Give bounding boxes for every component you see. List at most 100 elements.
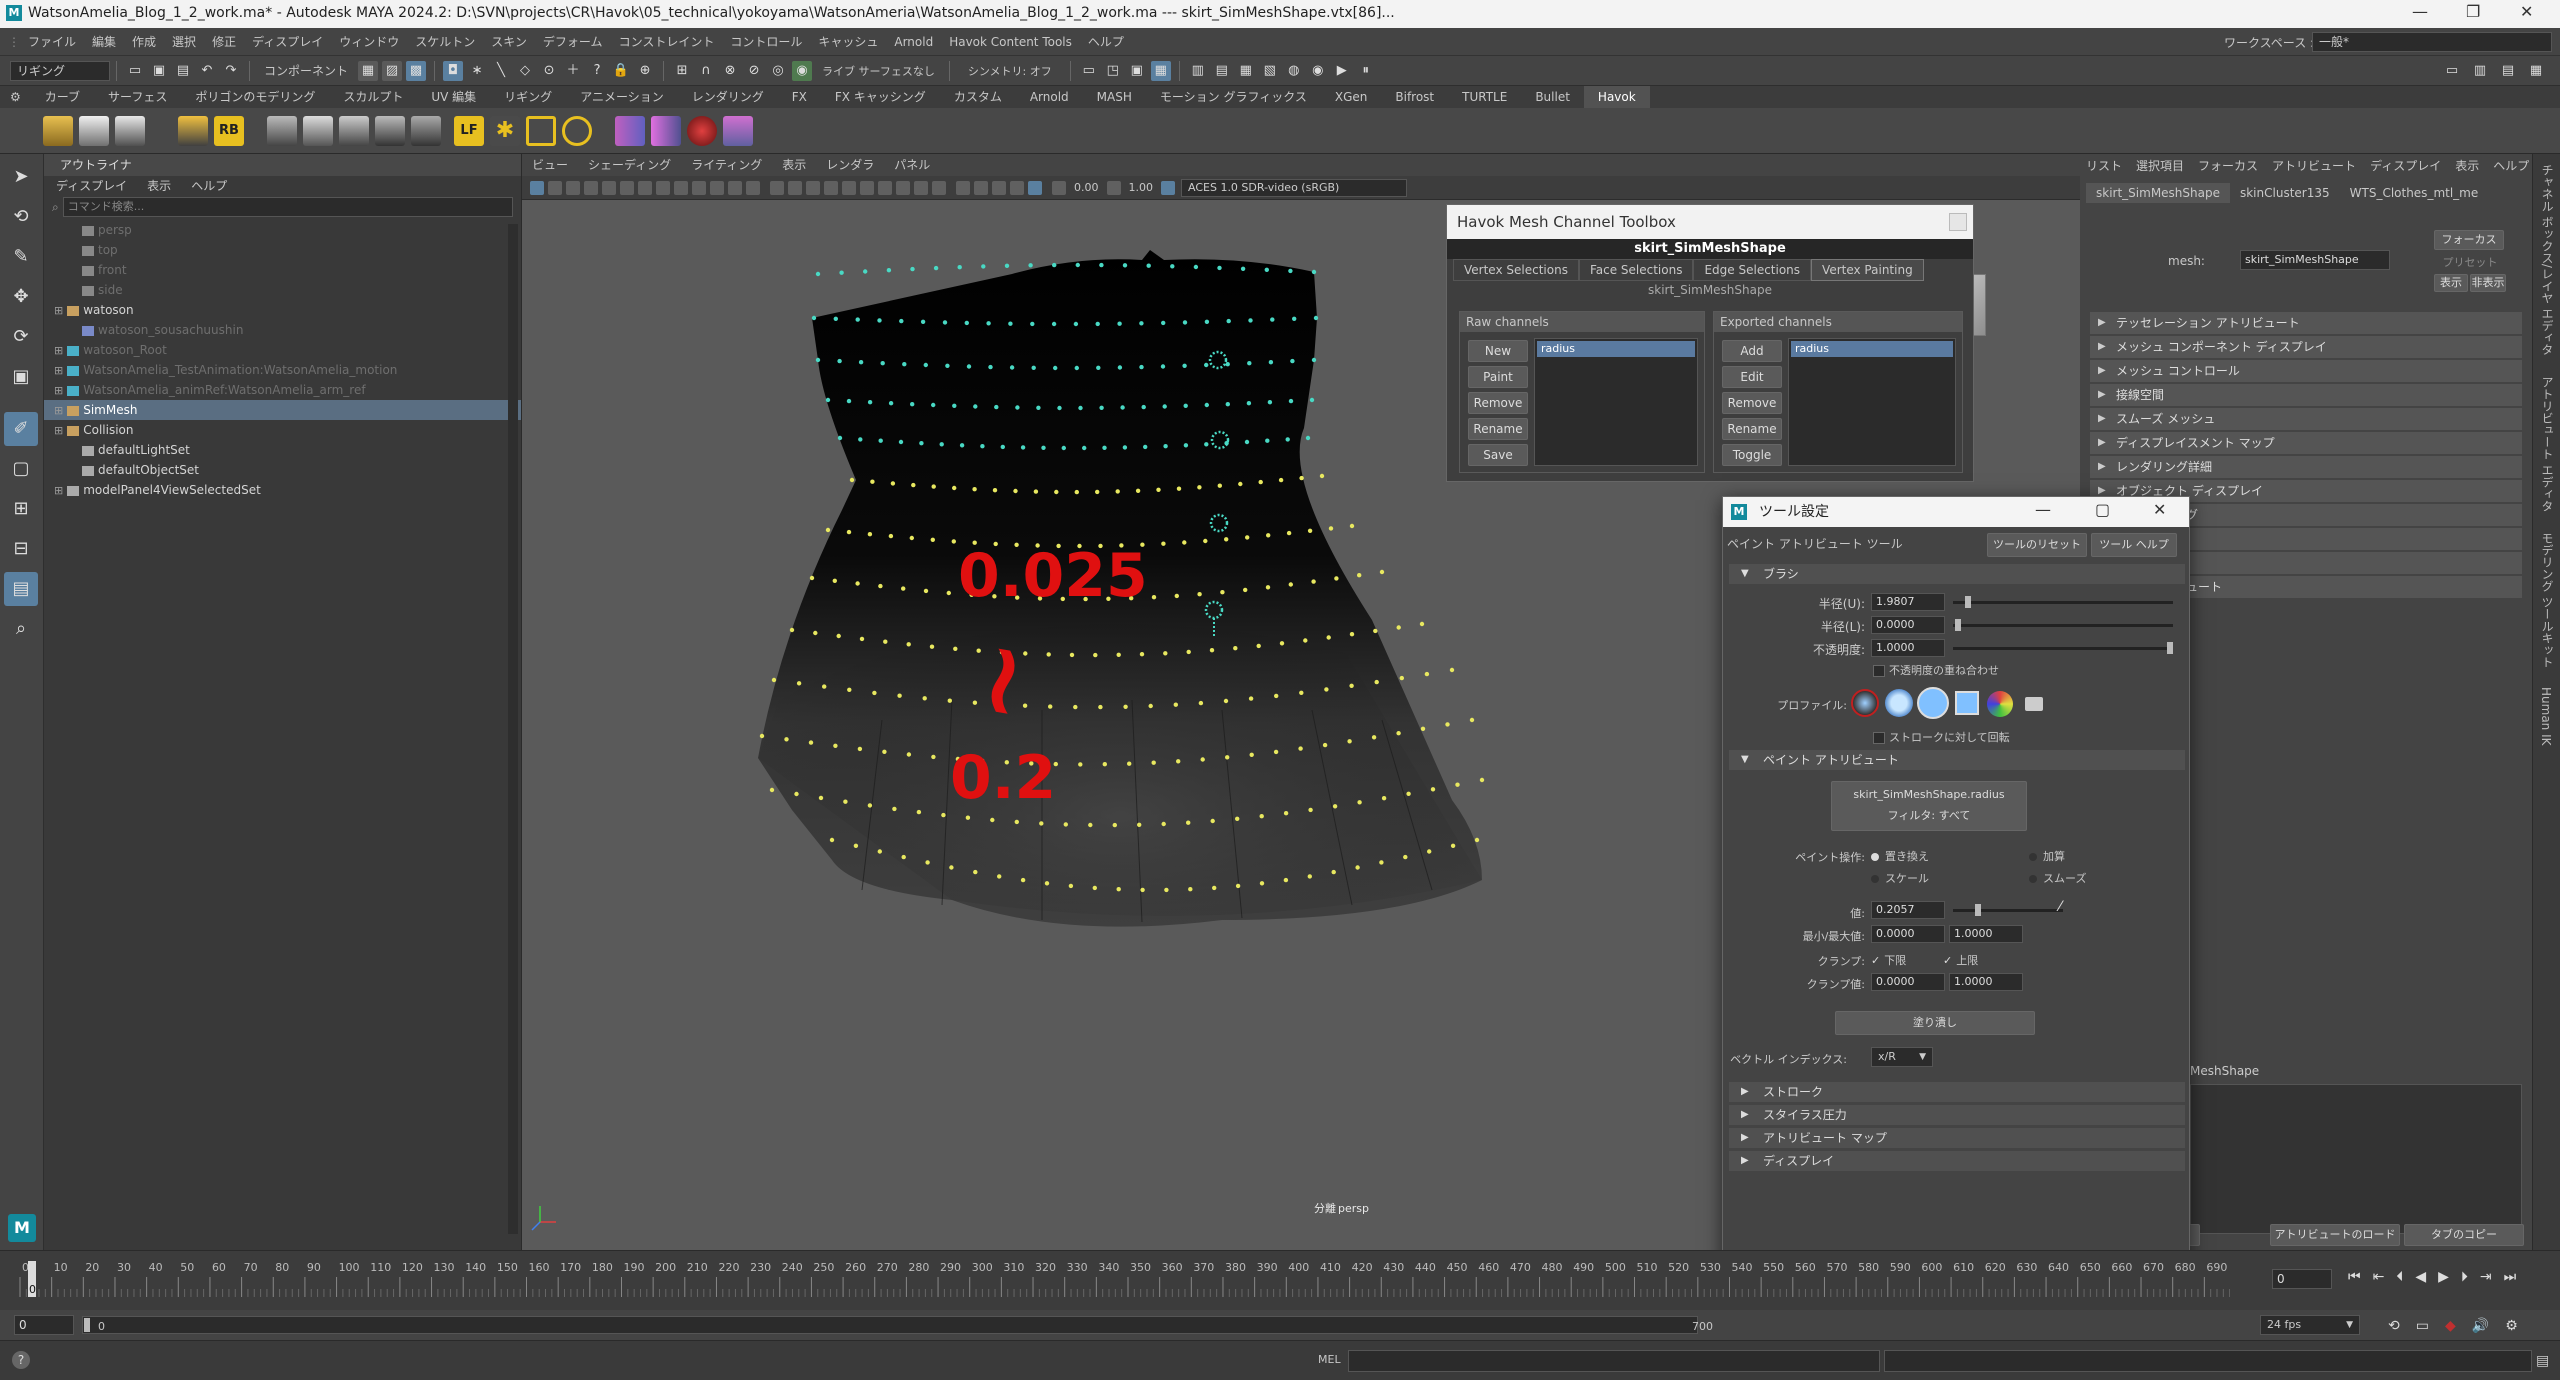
light-editor-icon[interactable]: ◍ xyxy=(1284,61,1304,81)
outliner-item[interactable]: ⊞ watoson_Root xyxy=(44,340,521,360)
vertex-point[interactable] xyxy=(833,316,838,321)
tool-help-button[interactable]: ツール ヘルプ xyxy=(2091,533,2177,557)
display-frame[interactable]: ディスプレイ xyxy=(1729,1151,2185,1171)
shelf-tab-poly-modeling[interactable]: ポリゴンのモデリング xyxy=(181,86,329,108)
outliner-menu-help[interactable]: ヘルプ xyxy=(191,176,227,196)
ae-menu-show[interactable]: 表示 xyxy=(2455,157,2479,174)
vertex-point[interactable] xyxy=(1224,537,1229,542)
safe-title-icon[interactable] xyxy=(746,180,760,195)
vertex-point[interactable] xyxy=(794,791,799,797)
havok-tool-7-icon[interactable] xyxy=(303,115,333,146)
open-scene-icon[interactable]: ▣ xyxy=(149,61,169,81)
vertex-point[interactable] xyxy=(822,684,827,689)
vertex-point[interactable] xyxy=(1095,489,1100,495)
vertex-point[interactable] xyxy=(1204,362,1209,368)
vertex-point[interactable] xyxy=(1044,881,1050,886)
vertex-point[interactable] xyxy=(1141,404,1146,410)
vertex-point[interactable] xyxy=(1053,365,1058,371)
bookmark-icon[interactable] xyxy=(566,180,580,195)
vertex-point[interactable] xyxy=(1445,722,1450,727)
outliner-item[interactable]: ⊞ SimMesh xyxy=(44,400,521,420)
vertex-point[interactable] xyxy=(981,264,986,269)
ae-section-tangent-space[interactable]: 接線空間 xyxy=(2090,384,2522,406)
vp-menu-lighting[interactable]: ライティング xyxy=(691,154,762,176)
vertex-point[interactable] xyxy=(973,869,978,875)
vertex-point[interactable] xyxy=(1243,587,1248,593)
vertex-point[interactable] xyxy=(1057,405,1062,411)
vertex-point[interactable] xyxy=(1396,625,1401,630)
shelf-tab-xgen[interactable]: XGen xyxy=(1321,86,1382,108)
save-scene-icon[interactable]: ▤ xyxy=(173,61,193,81)
vertex-point[interactable] xyxy=(1073,704,1078,710)
vertex-point[interactable] xyxy=(1264,267,1269,272)
shelf-tab-arnold[interactable]: Arnold xyxy=(1016,86,1083,108)
render-settings-icon[interactable]: ▤ xyxy=(1212,61,1232,81)
vertex-point[interactable] xyxy=(1139,364,1144,370)
vertex-point[interactable] xyxy=(1303,638,1308,643)
shelf-tab-custom[interactable]: カスタム xyxy=(940,86,1016,108)
vertex-point[interactable] xyxy=(1143,444,1148,450)
havok-tool-15-icon[interactable] xyxy=(615,115,645,146)
vertex-point[interactable] xyxy=(906,642,911,647)
ae-load-attributes-button[interactable]: アトリビュートのロード xyxy=(2270,1224,2400,1246)
pause-icon[interactable]: ⏸ xyxy=(1356,61,1376,81)
expand-icon[interactable]: ⊞ xyxy=(54,424,63,437)
ae-show-button[interactable]: 表示 xyxy=(2434,274,2468,292)
menu-select[interactable]: 選択 xyxy=(172,33,196,50)
vertex-point[interactable] xyxy=(1357,800,1362,805)
auto-key-icon[interactable]: ◆ xyxy=(2445,1318,2456,1334)
vertex-point[interactable] xyxy=(966,364,972,369)
image-plane-icon[interactable] xyxy=(584,180,598,195)
vertex-point[interactable] xyxy=(911,482,916,488)
close-icon[interactable]: ✕ xyxy=(2520,2,2533,21)
vertex-point[interactable] xyxy=(1449,667,1455,673)
vertex-point[interactable] xyxy=(1283,811,1289,816)
vertex-point[interactable] xyxy=(997,874,1002,879)
vertex-point[interactable] xyxy=(1014,819,1019,825)
input-ops-icon[interactable]: ▭ xyxy=(1079,61,1099,81)
vertex-point[interactable] xyxy=(1009,365,1015,370)
vertex-point[interactable] xyxy=(1244,439,1250,445)
vertex-point[interactable] xyxy=(1117,365,1123,370)
op-replace-radio[interactable]: 置き換え xyxy=(1871,848,1929,864)
vertex-point[interactable] xyxy=(863,269,868,274)
shelf-tab-sculpting[interactable]: スカルプト xyxy=(329,86,417,108)
vertex-point[interactable] xyxy=(906,752,912,757)
vertex-point[interactable] xyxy=(815,357,821,363)
vertex-point[interactable] xyxy=(1332,804,1338,809)
vertex-point[interactable] xyxy=(892,806,897,812)
op-scale-radio[interactable]: スケール xyxy=(1871,870,1929,886)
scene-start-field[interactable]: 0 xyxy=(14,1315,74,1335)
textured-icon[interactable] xyxy=(842,180,856,195)
vertex-point[interactable] xyxy=(1240,266,1246,271)
vertex-point[interactable] xyxy=(1379,860,1384,865)
ae-menu-display[interactable]: ディスプレイ xyxy=(2370,157,2441,174)
arnold-ipr-icon[interactable]: ▧ xyxy=(1260,61,1280,81)
vertex-point[interactable] xyxy=(1135,488,1141,493)
vertex-point[interactable] xyxy=(1225,755,1230,760)
vertex-point[interactable] xyxy=(1074,489,1079,495)
vertex-point[interactable] xyxy=(832,578,837,583)
vertex-point[interactable] xyxy=(1283,877,1289,883)
vertex-point[interactable] xyxy=(846,398,852,404)
vertex-point[interactable] xyxy=(1307,528,1313,533)
vertex-point[interactable] xyxy=(986,321,991,326)
vertex-point[interactable] xyxy=(1161,541,1166,546)
profile-soft-icon[interactable] xyxy=(1885,689,1913,717)
vertex-point[interactable] xyxy=(1093,652,1098,658)
outliner-item[interactable]: side xyxy=(44,280,521,300)
outliner-layout-icon[interactable]: ▤ xyxy=(4,572,38,606)
opacity-field[interactable]: 1.0000 xyxy=(1871,639,1945,657)
smooth-shade-icon[interactable] xyxy=(788,180,802,195)
vertex-point[interactable] xyxy=(1403,854,1408,860)
vertex-point[interactable] xyxy=(1469,717,1475,723)
vertex-point[interactable] xyxy=(951,539,956,544)
vertex-point[interactable] xyxy=(878,583,883,589)
step-back-key-icon[interactable]: ⇤ xyxy=(2373,1269,2385,1285)
vertex-point[interactable] xyxy=(1248,696,1254,701)
value-slider-knob[interactable] xyxy=(1975,904,1981,916)
restore-icon[interactable]: ❐ xyxy=(2466,2,2480,21)
menu-help[interactable]: ヘルプ xyxy=(1088,33,1124,50)
vertex-point[interactable] xyxy=(1265,585,1271,590)
vertex-point[interactable] xyxy=(1288,398,1294,404)
